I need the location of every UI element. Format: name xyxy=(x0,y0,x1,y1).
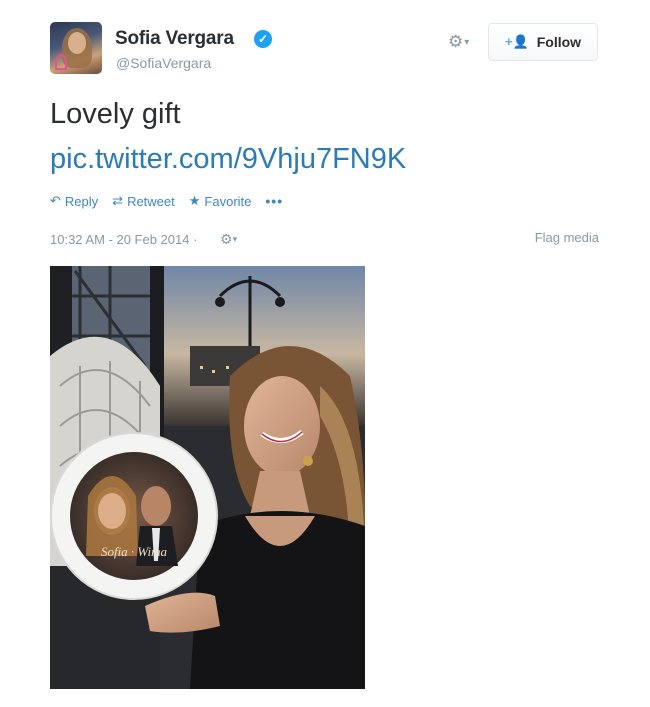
retweet-label: Retweet xyxy=(127,193,175,209)
tweet-timestamp[interactable]: 10:32 AM - 20 Feb 2014 · xyxy=(50,232,197,247)
more-dots-icon[interactable]: ••• xyxy=(265,193,283,209)
author-handle[interactable]: @SofiaVergara xyxy=(116,55,211,71)
tweet-actions: ↶ Reply ⇄ Retweet ★ Favorite ••• xyxy=(50,192,283,210)
gear-icon: ⚙ xyxy=(448,32,464,51)
favorite-label: Favorite xyxy=(204,193,252,209)
timestamp-separator: · xyxy=(193,232,198,247)
add-user-icon: +👤 xyxy=(504,34,529,49)
photo-illustration: Sofia · Wima xyxy=(50,266,365,689)
chevron-down-icon: ▾ xyxy=(464,37,470,48)
tweet-actions-menu[interactable]: ⚙▾ xyxy=(220,231,237,248)
flag-media-link[interactable]: Flag media xyxy=(535,230,599,245)
avatar[interactable] xyxy=(50,22,102,74)
tweet-photo[interactable]: Sofia · Wima xyxy=(50,266,365,689)
retweet-button[interactable]: ⇄ Retweet xyxy=(112,193,175,209)
tweet-text: Lovely gift xyxy=(50,98,181,130)
retweet-icon: ⇄ xyxy=(112,193,124,208)
reply-label: Reply xyxy=(64,193,99,209)
plate-caption: Sofia · Wima xyxy=(101,544,168,559)
gear-icon: ⚙ xyxy=(220,231,233,247)
verified-badge-icon: ✓ xyxy=(254,30,272,48)
chevron-down-icon: ▾ xyxy=(232,234,238,244)
tweet-card: Sofia Vergara ✓ @SofiaVergara ⚙▾ +👤 Foll… xyxy=(0,0,650,707)
tweet-media-link[interactable]: pic.twitter.com/9Vhju7FN9K xyxy=(50,140,406,178)
user-actions-menu[interactable]: ⚙▾ xyxy=(448,33,469,52)
star-icon: ★ xyxy=(188,193,201,208)
reply-button[interactable]: ↶ Reply xyxy=(50,193,98,209)
avatar-face-shape xyxy=(68,32,86,54)
pink-ribbon-icon xyxy=(55,54,67,70)
timestamp-text: 10:32 AM - 20 Feb 2014 xyxy=(50,232,190,247)
favorite-button[interactable]: ★ Favorite xyxy=(189,193,252,209)
reply-arrow-icon: ↶ xyxy=(50,193,61,208)
author-name[interactable]: Sofia Vergara xyxy=(115,28,234,50)
follow-button[interactable]: +👤 Follow xyxy=(488,23,598,61)
follow-label: Follow xyxy=(536,34,582,50)
